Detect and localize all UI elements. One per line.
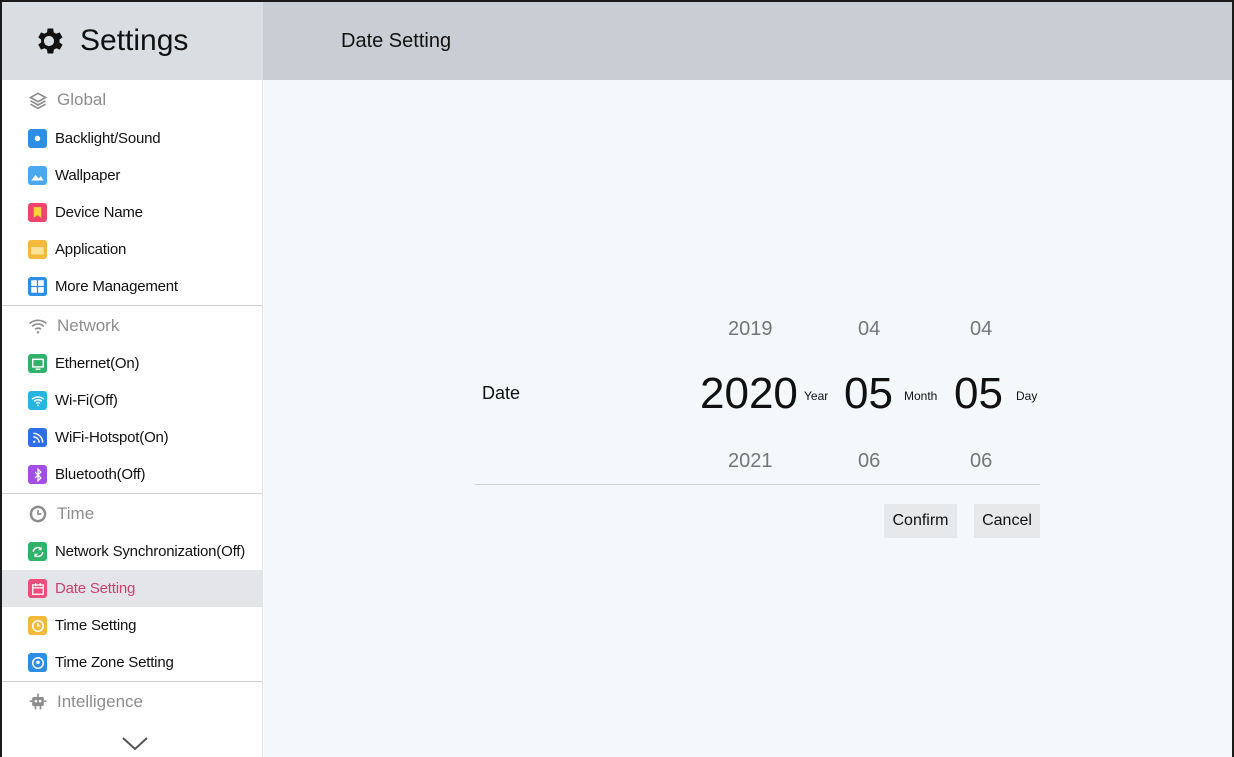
app-title: Settings [80, 24, 189, 57]
picker-divider [475, 484, 1040, 485]
year-unit-label: Year [804, 389, 829, 403]
section-network: Network [2, 305, 262, 345]
chevron-down-icon[interactable] [120, 733, 150, 753]
page-header: Date Setting [263, 2, 1232, 80]
bookmark-icon [28, 203, 47, 222]
sidebar-item-label: Device Name [55, 204, 143, 221]
sidebar-item-label: Ethernet(On) [55, 355, 140, 372]
month-next-value[interactable]: 06 [858, 450, 880, 473]
sidebar-item-label: Time Setting [55, 617, 137, 634]
wifi-icon [28, 316, 48, 336]
sidebar-item-more-management[interactable]: More Management [2, 268, 262, 305]
year-next-value[interactable]: 2021 [728, 450, 773, 473]
sidebar-item-ethernet[interactable]: Ethernet(On) [2, 345, 262, 382]
backlight-icon [28, 129, 47, 148]
section-intelligence: Intelligence [2, 681, 262, 721]
section-label: Time [57, 503, 95, 523]
section-global: Global [2, 80, 262, 120]
section-label: Global [57, 90, 107, 109]
sidebar-item-bluetooth[interactable]: Bluetooth(Off) [2, 456, 262, 493]
month-unit-label: Month [904, 389, 938, 403]
sidebar-item-backlight-sound[interactable]: Backlight/Sound [2, 120, 262, 157]
monitor-icon [28, 354, 47, 373]
sidebar-item-label: Time Zone Setting [55, 654, 174, 671]
sidebar-item-time-zone-setting[interactable]: Time Zone Setting [2, 644, 262, 681]
sidebar-item-label: Bluetooth(Off) [55, 466, 146, 483]
grid-icon [28, 277, 47, 296]
month-selected-value[interactable]: 05 [844, 372, 893, 416]
clock-icon [28, 616, 47, 635]
sidebar-item-label: Wi-Fi(Off) [55, 392, 118, 409]
calendar-icon [28, 579, 47, 598]
sync-icon [28, 542, 47, 561]
layers-icon [28, 90, 48, 110]
wallpaper-icon [28, 166, 47, 185]
sidebar-item-network-synchronization[interactable]: Network Synchronization(Off) [2, 533, 262, 570]
month-prev-value[interactable]: 04 [858, 318, 880, 341]
sidebar-item-date-setting[interactable]: Date Setting [2, 570, 262, 607]
sidebar-item-wifi[interactable]: Wi-Fi(Off) [2, 382, 262, 419]
section-time: Time [2, 493, 262, 533]
sidebar-item-wallpaper[interactable]: Wallpaper [2, 157, 262, 194]
app-header: Settings [2, 2, 263, 80]
settings-window: Settings Date Setting Global Backlight/S… [0, 0, 1234, 757]
date-setting-panel: Date 2019 2020 Year 2021 04 05 Month 06 … [264, 80, 1232, 757]
sidebar-item-label: More Management [55, 278, 178, 295]
robot-icon [28, 692, 48, 712]
sidebar-item-wifi-hotspot[interactable]: WiFi-Hotspot(On) [2, 419, 262, 456]
date-label: Date [482, 383, 521, 403]
sidebar-item-label: Date Setting [55, 580, 136, 597]
sidebar-item-label: Network Synchronization(Off) [55, 543, 246, 560]
section-label: Network [57, 315, 120, 335]
wifi-icon [28, 391, 47, 410]
clock-icon [28, 504, 48, 524]
day-selected-value[interactable]: 05 [954, 372, 1003, 416]
sidebar-item-label: WiFi-Hotspot(On) [55, 429, 169, 446]
day-unit-label: Day [1016, 389, 1038, 403]
bluetooth-icon [28, 465, 47, 484]
hotspot-icon [28, 428, 47, 447]
section-label: Intelligence [57, 691, 144, 711]
sidebar-item-time-setting[interactable]: Time Setting [2, 607, 262, 644]
page-title: Date Setting [341, 29, 452, 52]
year-selected-value[interactable]: 2020 [700, 372, 798, 416]
day-next-value[interactable]: 06 [970, 450, 992, 473]
year-prev-value[interactable]: 2019 [728, 318, 773, 341]
confirm-button[interactable]: Confirm [884, 504, 957, 538]
sidebar-item-device-name[interactable]: Device Name [2, 194, 262, 231]
day-prev-value[interactable]: 04 [970, 318, 992, 341]
sidebar-item-label: Backlight/Sound [55, 130, 161, 147]
timezone-icon [28, 653, 47, 672]
sidebar-item-application[interactable]: Application [2, 231, 262, 268]
gear-icon [38, 28, 63, 54]
folder-icon [28, 240, 47, 259]
cancel-button[interactable]: Cancel [974, 504, 1040, 538]
sidebar-item-label: Application [55, 241, 127, 258]
sidebar: Global Backlight/Sound Wallpaper Device … [2, 80, 263, 757]
sidebar-item-label: Wallpaper [55, 167, 121, 184]
